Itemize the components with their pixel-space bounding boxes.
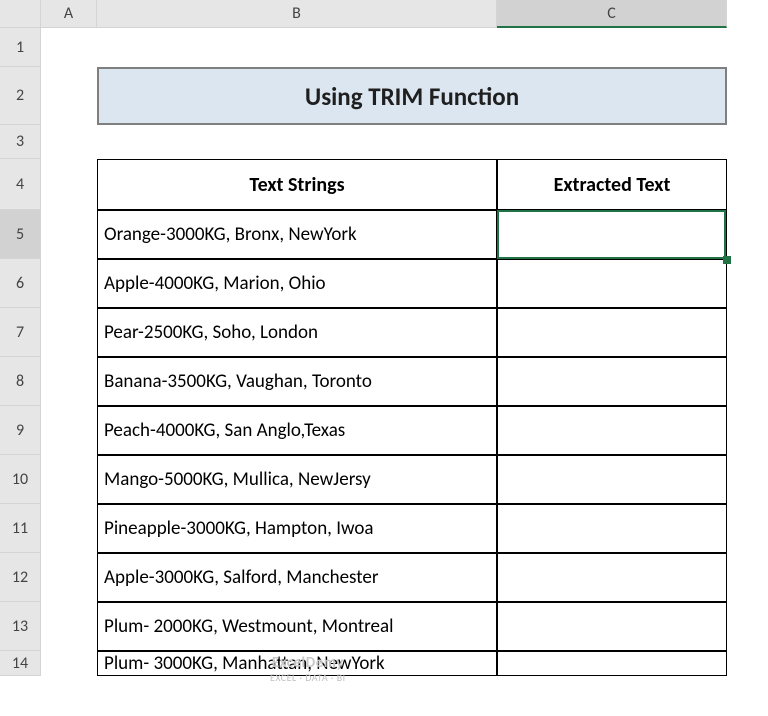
title-cell[interactable]: Using TRIM Function	[97, 67, 727, 125]
cell-B13[interactable]: Plum- 2000KG, Westmount, Montreal	[97, 602, 497, 651]
cell-A2[interactable]	[41, 67, 97, 125]
cell-C10[interactable]	[497, 455, 727, 504]
cell-A8[interactable]	[41, 357, 97, 406]
row-header-10[interactable]: 10	[0, 455, 41, 504]
fill-handle[interactable]	[723, 256, 731, 264]
cell-B9[interactable]: Peach-4000KG, San Anglo,Texas	[97, 406, 497, 455]
row-header-14[interactable]: 14	[0, 651, 41, 676]
row-header-4[interactable]: 4	[0, 159, 41, 210]
row-header-7[interactable]: 7	[0, 308, 41, 357]
cell-A14[interactable]	[41, 651, 97, 676]
row-header-1[interactable]: 1	[0, 28, 41, 67]
row-header-5[interactable]: 5	[0, 210, 41, 259]
cell-B3[interactable]	[97, 125, 497, 159]
row-header-9[interactable]: 9	[0, 406, 41, 455]
cell-A4[interactable]	[41, 159, 97, 210]
watermark: ExcelDemy EXCEL · DATA · BI	[270, 655, 346, 683]
cell-A11[interactable]	[41, 504, 97, 553]
cell-C14[interactable]	[497, 651, 727, 676]
header-extracted-text[interactable]: Extracted Text	[497, 159, 727, 210]
row-header-6[interactable]: 6	[0, 259, 41, 308]
header-text-strings[interactable]: Text Strings	[97, 159, 497, 210]
row-header-3[interactable]: 3	[0, 125, 41, 159]
cell-C7[interactable]	[497, 308, 727, 357]
cell-B11[interactable]: Pineapple-3000KG, Hampton, Iwoa	[97, 504, 497, 553]
cell-C3[interactable]	[497, 125, 727, 159]
cell-C6[interactable]	[497, 259, 727, 308]
cell-C12[interactable]	[497, 553, 727, 602]
cell-B7[interactable]: Pear-2500KG, Soho, London	[97, 308, 497, 357]
col-header-B[interactable]: B	[97, 0, 497, 28]
cell-B8[interactable]: Banana-3500KG, Vaughan, Toronto	[97, 357, 497, 406]
cell-C1[interactable]	[497, 28, 727, 67]
watermark-line2: EXCEL · DATA · BI	[270, 672, 346, 683]
col-header-A[interactable]: A	[41, 0, 97, 28]
cell-C13[interactable]	[497, 602, 727, 651]
cell-B6[interactable]: Apple-4000KG, Marion, Ohio	[97, 259, 497, 308]
cell-A7[interactable]	[41, 308, 97, 357]
cell-A5[interactable]	[41, 210, 97, 259]
row-header-11[interactable]: 11	[0, 504, 41, 553]
watermark-line1: ExcelDemy	[270, 655, 346, 672]
cell-C5[interactable]	[497, 210, 727, 259]
cell-B5[interactable]: Orange-3000KG, Bronx, NewYork	[97, 210, 497, 259]
cell-C9[interactable]	[497, 406, 727, 455]
cell-B12[interactable]: Apple-3000KG, Salford, Manchester	[97, 553, 497, 602]
cell-C11[interactable]	[497, 504, 727, 553]
cell-A9[interactable]	[41, 406, 97, 455]
cell-B1[interactable]	[97, 28, 497, 67]
cell-C8[interactable]	[497, 357, 727, 406]
select-all-corner[interactable]	[0, 0, 41, 28]
cell-A12[interactable]	[41, 553, 97, 602]
cell-A6[interactable]	[41, 259, 97, 308]
row-header-12[interactable]: 12	[0, 553, 41, 602]
cell-A1[interactable]	[41, 28, 97, 67]
col-header-C[interactable]: C	[497, 0, 727, 28]
cell-A13[interactable]	[41, 602, 97, 651]
row-header-13[interactable]: 13	[0, 602, 41, 651]
row-header-2[interactable]: 2	[0, 67, 41, 125]
cell-A10[interactable]	[41, 455, 97, 504]
cell-A3[interactable]	[41, 125, 97, 159]
row-header-8[interactable]: 8	[0, 357, 41, 406]
cell-B10[interactable]: Mango-5000KG, Mullica, NewJersy	[97, 455, 497, 504]
spreadsheet-grid[interactable]: A B C 1 2 Using TRIM Function 3 4 Text S…	[0, 0, 768, 676]
